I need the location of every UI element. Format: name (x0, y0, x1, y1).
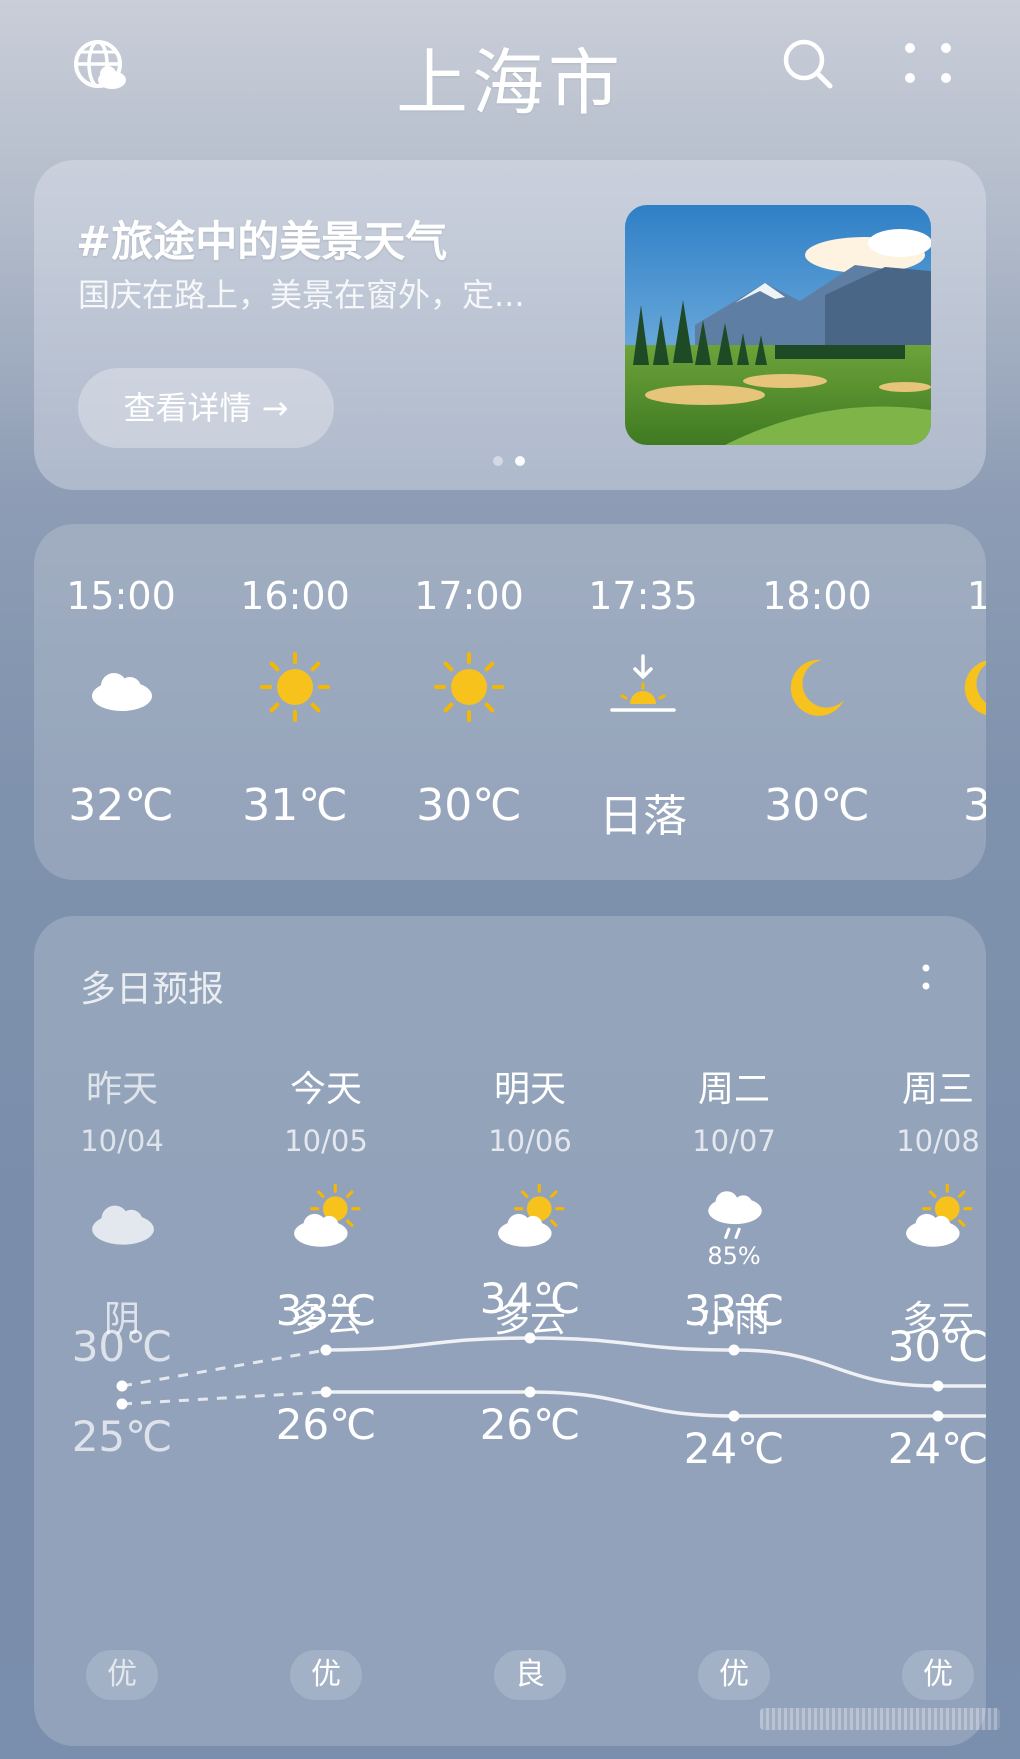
day-name: 昨天 (85, 1069, 158, 1110)
partly-cloudy-icon (290, 1183, 362, 1256)
daily-item[interactable]: 周三 10/08 多云 30℃ 24℃ 优 (836, 916, 986, 1746)
hourly-temperature: 31℃ (242, 780, 348, 831)
daily-item[interactable]: 今天 10/05 多云 33℃ 26℃ 优 (224, 916, 428, 1746)
aqi-badge[interactable]: 优 (698, 1650, 770, 1700)
hourly-time: 17:35 (588, 574, 698, 618)
overcast-icon (86, 1184, 158, 1256)
low-temperature: 25℃ (71, 1412, 173, 1461)
high-temperature: 33℃ (275, 1286, 377, 1335)
day-date: 10/04 (80, 1124, 164, 1158)
top-bar: 上海市 (0, 0, 1020, 140)
hourly-temperature: 30 (963, 780, 986, 831)
promo-subtitle: 国庆在路上，美景在窗外，定... (78, 276, 525, 314)
city-title[interactable]: 上海市 (0, 24, 1020, 129)
day-date: 10/05 (284, 1124, 368, 1158)
hourly-item[interactable]: 15:00 32℃ (34, 524, 208, 880)
page-dot-2[interactable] (515, 456, 525, 466)
low-temperature: 26℃ (275, 1400, 377, 1449)
partly-cloudy-icon (494, 1183, 566, 1256)
hourly-temperature: 日落 (599, 791, 687, 842)
cloudy-icon (86, 652, 156, 722)
day-date: 10/06 (488, 1124, 572, 1158)
daily-forecast-card[interactable]: 多日预报 昨天 10/04 阴 30℃ 25℃ 优今天 10/05 多云 33℃ 26℃ 优明天… (34, 916, 986, 1746)
hourly-time: 18:00 (762, 574, 872, 618)
page-dot-1[interactable] (493, 456, 503, 466)
hourly-temperature: 30℃ (416, 780, 522, 831)
more-dots-icon[interactable] (900, 38, 956, 94)
low-temperature: 24℃ (683, 1424, 785, 1473)
day-name: 明天 (493, 1069, 566, 1110)
partly-cloudy-icon (902, 1183, 974, 1256)
day-date: 10/07 (692, 1124, 776, 1158)
hourly-item[interactable]: 17:35 日落 (556, 524, 730, 880)
landscape-image[interactable] (625, 205, 931, 445)
high-temperature: 34℃ (479, 1274, 581, 1323)
high-temperature: 30℃ (887, 1322, 986, 1371)
day-name: 周二 (697, 1069, 770, 1110)
sunset-icon (608, 652, 678, 722)
low-temperature: 24℃ (887, 1424, 986, 1473)
rain-probability: 85% (707, 1242, 761, 1270)
aqi-badge[interactable]: 优 (290, 1650, 362, 1700)
hourly-time: 19 (966, 574, 986, 618)
hourly-time: 17:00 (414, 574, 524, 618)
search-icon[interactable] (780, 36, 836, 92)
aqi-badge[interactable]: 优 (86, 1650, 158, 1700)
daily-item[interactable]: 周二 10/07 85% 小雨 33℃ 24℃ 优 (632, 916, 836, 1746)
moon-icon (782, 652, 852, 722)
sunny-icon (260, 652, 330, 722)
hourly-time: 16:00 (240, 574, 350, 618)
hourly-time: 15:00 (66, 574, 176, 618)
high-temperature: 33℃ (683, 1286, 785, 1335)
day-date: 10/08 (896, 1124, 980, 1158)
hourly-item[interactable]: 16:00 31℃ (208, 524, 382, 880)
view-details-button[interactable]: 查看详情 → (78, 368, 334, 448)
watermark (760, 1708, 1000, 1730)
hourly-forecast-card[interactable]: 15:00 32℃ 16:00 31℃ 17:00 30℃ 17:35 日落 18:00 3… (34, 524, 986, 880)
daily-item[interactable]: 昨天 10/04 阴 30℃ 25℃ 优 (34, 916, 224, 1746)
hourly-item[interactable]: 17:00 30℃ (382, 524, 556, 880)
hourly-item[interactable]: 18:00 30℃ (730, 524, 904, 880)
moon-icon (956, 652, 986, 722)
low-temperature: 26℃ (479, 1400, 581, 1449)
promo-card[interactable]: #旅途中的美景天气 国庆在路上，美景在窗外，定... 查看详情 → (34, 160, 986, 490)
sunny-icon (434, 652, 504, 722)
hourly-item[interactable]: 19 30 (904, 524, 986, 880)
day-name: 周三 (901, 1069, 974, 1110)
high-temperature: 30℃ (71, 1322, 173, 1371)
hourly-temperature: 30℃ (764, 780, 870, 831)
day-name: 今天 (289, 1069, 362, 1110)
aqi-badge[interactable]: 优 (902, 1650, 974, 1700)
hourly-temperature: 32℃ (68, 780, 174, 831)
daily-item[interactable]: 明天 10/06 多云 34℃ 26℃ 良 (428, 916, 632, 1746)
aqi-badge[interactable]: 良 (494, 1650, 566, 1700)
promo-title: #旅途中的美景天气 (76, 217, 448, 266)
page-indicator (493, 456, 533, 468)
